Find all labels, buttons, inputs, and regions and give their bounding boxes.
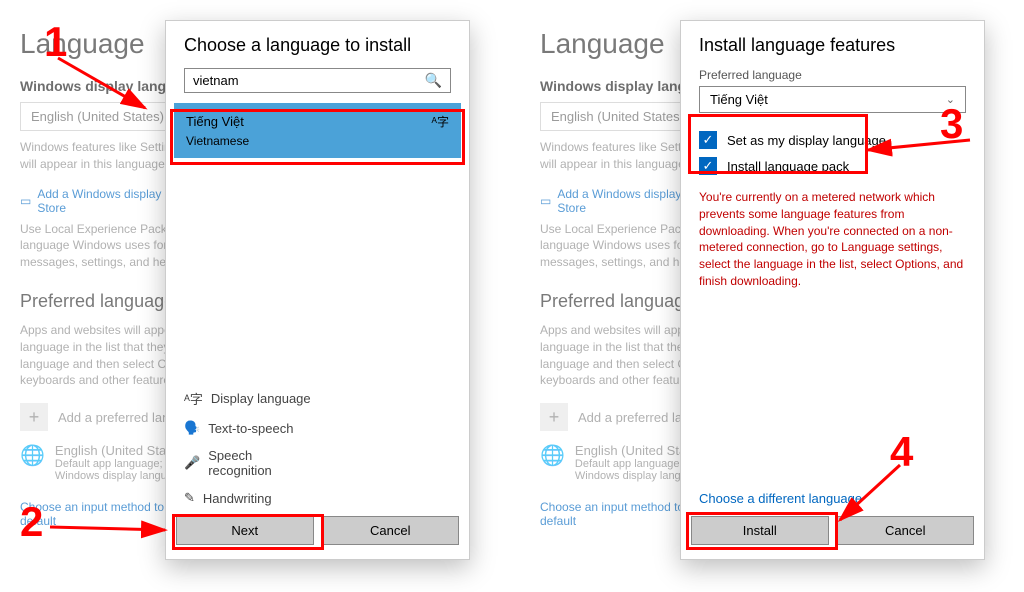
preferred-language-label: Preferred language <box>681 68 984 86</box>
install-features-dialog: Install language features Preferred lang… <box>680 20 985 560</box>
language-result-vietnamese[interactable]: Tiếng Việt ᴬ字 Vietnamese <box>174 103 461 158</box>
search-input[interactable] <box>193 73 425 88</box>
store-icon: ▭ <box>20 194 31 208</box>
dialog-title: Install language features <box>681 21 984 68</box>
dialog-title: Choose a language to install <box>166 21 469 68</box>
chevron-down-icon: ⌄ <box>946 93 955 106</box>
plus-icon: + <box>540 403 568 431</box>
checkbox-checked-icon: ✓ <box>699 131 717 149</box>
speech-recognition-icon: 🎤 <box>184 455 200 471</box>
cancel-button[interactable]: Cancel <box>322 516 460 545</box>
metered-network-warning: You're currently on a metered network wh… <box>681 179 984 300</box>
choose-language-dialog: Choose a language to install 🔍 Tiếng Việ… <box>165 20 470 560</box>
preferred-language-select[interactable]: Tiếng Việt ⌄ <box>699 86 966 113</box>
language-icon: 🌐 <box>540 443 565 482</box>
handwriting-icon: ✎ <box>184 490 195 506</box>
install-button[interactable]: Install <box>691 516 829 545</box>
text-to-speech-icon: 🗣️ <box>184 420 200 436</box>
choose-different-language-link[interactable]: Choose a different language <box>681 491 984 516</box>
display-language-icon: ᴬ字 <box>432 113 449 130</box>
cancel-button[interactable]: Cancel <box>837 516 975 545</box>
checkbox-checked-icon: ✓ <box>699 157 717 175</box>
display-language-icon: ᴬ字 <box>184 389 203 408</box>
plus-icon: + <box>20 403 48 431</box>
search-icon: 🔍 <box>425 72 442 89</box>
set-display-language-checkbox[interactable]: ✓ Set as my display language <box>681 127 984 153</box>
next-button[interactable]: Next <box>176 516 314 545</box>
language-icon: 🌐 <box>20 443 45 482</box>
feature-legend: ᴬ字Display language 🗣️Text-to-speech 🎤Spe… <box>166 379 469 516</box>
install-language-pack-checkbox[interactable]: ✓ Install language pack <box>681 153 984 179</box>
language-search-box[interactable]: 🔍 <box>184 68 451 93</box>
store-icon: ▭ <box>540 194 551 208</box>
